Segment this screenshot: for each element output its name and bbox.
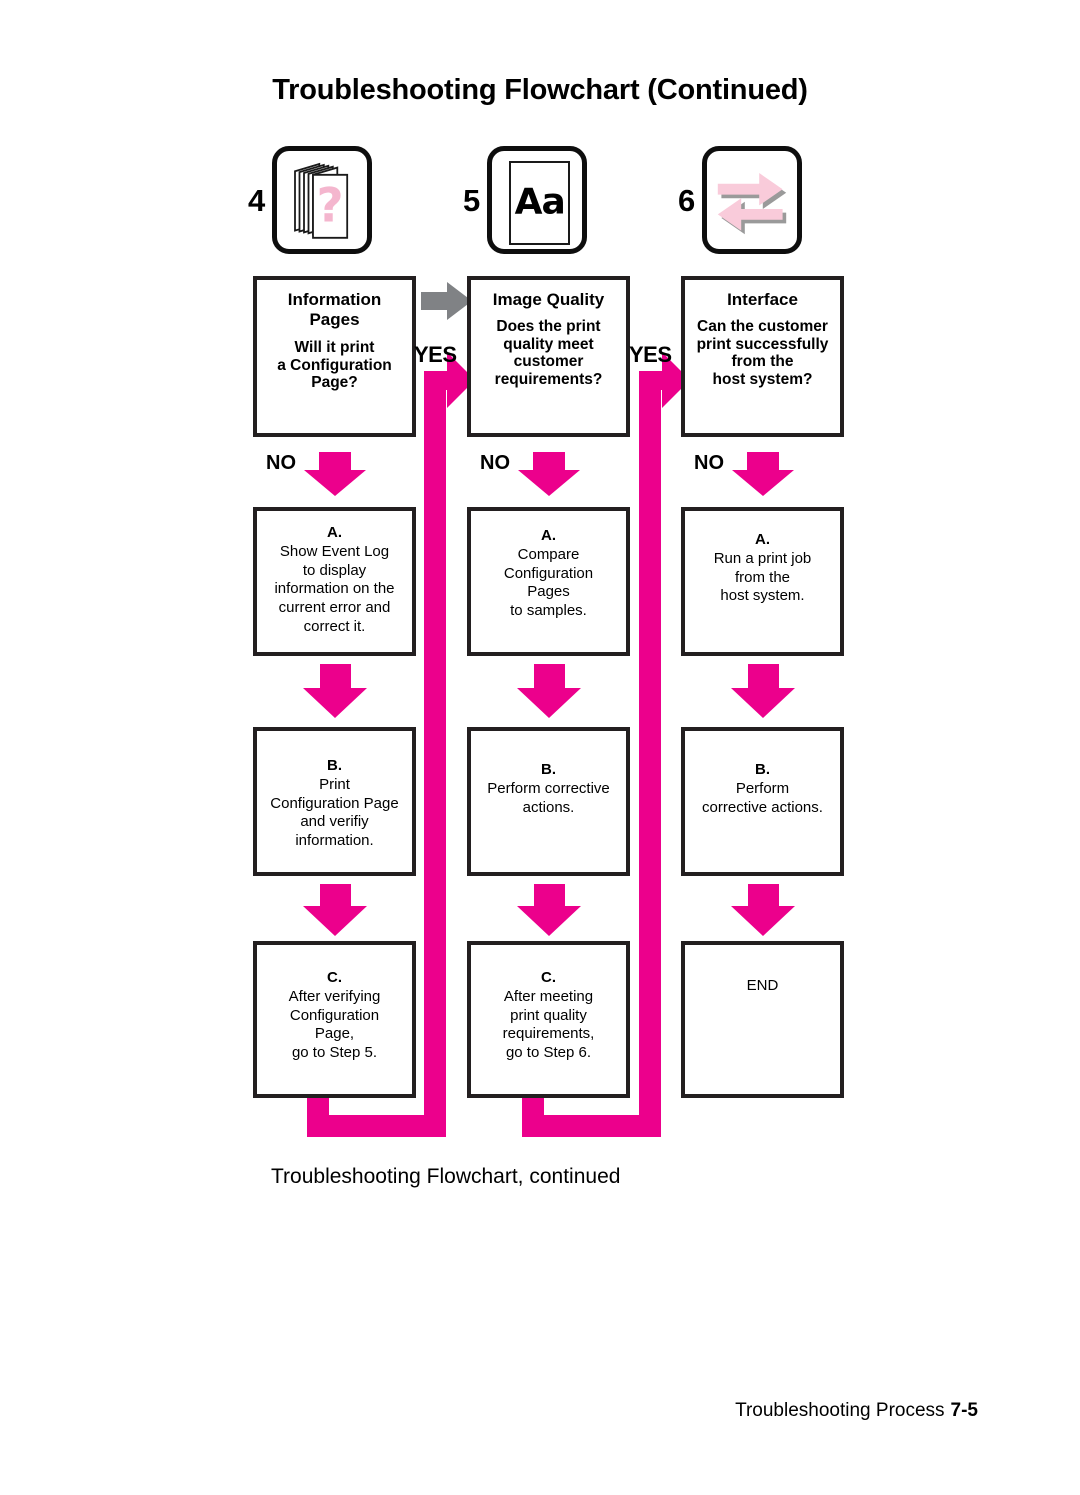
question-title-line1: Image Quality [492,290,605,309]
gray-transition-arrow [421,282,472,320]
step-line: Page, [314,1025,355,1043]
step-number-6: 6 [678,182,696,218]
step-line: go to Step 5. [291,1044,378,1061]
step-line: to samples. [510,602,587,619]
yes-label-2: YES [629,342,672,367]
step-letter: B. [541,761,556,778]
step-number-5: 5 [463,182,481,218]
page-title: Troubleshooting Flowchart (Continued) [272,74,808,106]
question-body-line1: Does the print [496,318,601,336]
step-down-arrow-b-c-2 [517,884,581,936]
action-box-3-b: B. Perform corrective actions. [681,727,844,876]
page-aa-print-quality-icon: Aa [487,146,588,254]
step-line: Configuration [503,564,594,582]
step-line: Configuration Page [270,794,399,812]
step-down-arrow-b-c-1 [303,884,367,936]
action-box-1-a: A. Show Event Log to display information… [253,507,416,656]
step-letter: C. [327,969,342,986]
action-box-2-a: A. Compare Configuration Pages to sample… [467,507,630,656]
step-line: Pages [527,583,570,601]
footer-page-number: 7-5 [950,1400,978,1421]
action-box-2-c: C. After meeting print quality requireme… [467,941,630,1098]
step-icon-group-4: 4 ? [248,146,373,254]
action-box-3-a: A. Run a print job from the host system. [681,507,844,656]
step-line: Configuration [289,1006,380,1024]
step-line: current error and [278,599,391,616]
step-down-arrow-a-b-2 [517,664,581,718]
question-body-line4: requirements? [494,371,603,389]
step-down-arrow-b-c-3 [731,884,795,936]
step-line: Perform corrective [487,779,610,797]
no-label-3: NO [694,452,724,474]
no-down-arrow-1 [304,452,366,496]
no-label-1: NO [266,452,296,474]
step-line: go to Step 6. [505,1044,592,1061]
question-body-line3: from the [731,353,794,371]
step-line: Show Event Log [279,542,390,560]
question-box-interface: Interface Can the customer print success… [681,276,844,437]
page-footer: Troubleshooting Process 7-5 [735,1400,978,1422]
action-box-1-b: B. Print Configuration Page and verifiy … [253,727,416,876]
question-title-line2: Pages [309,310,360,330]
bidirectional-arrows-interface-icon [702,146,803,254]
action-box-1-c: C. After verifying Configuration Page, g… [253,941,416,1098]
question-box-image-quality: Image Quality Does the print quality mee… [467,276,630,437]
step-down-arrow-a-b-1 [303,664,367,718]
step-letter: B. [755,761,770,778]
step-letter: C. [541,969,556,986]
aa-page-sheet: Aa [509,161,571,245]
step-line: corrective actions. [702,798,823,816]
step-letter: B. [327,757,342,774]
action-box-2-b: B. Perform corrective actions. [467,727,630,876]
question-body-line2: a Configuration [277,356,392,374]
figure-caption: Troubleshooting Flowchart, continued [271,1165,621,1188]
step-icon-group-5: 5 Aa [463,146,588,254]
step-line: Run a print job [713,549,812,567]
step-line: print quality [510,1006,587,1024]
question-body-line3: customer [513,353,584,371]
step-line: from the [734,568,791,586]
question-body-line4: host system? [712,371,813,389]
step-letter: A. [327,524,342,541]
question-title-line1: Interface [727,290,798,309]
no-down-arrow-2 [518,452,580,496]
step-line: Perform [735,779,790,797]
footer-chapter-title: Troubleshooting Process [735,1400,945,1421]
step-line: After verifying [288,987,381,1005]
question-body-line1: Can the customer [697,318,828,336]
step-line: Compare [517,545,580,563]
step-line: actions. [522,798,575,816]
step-line: host system. [720,587,805,605]
question-title-line1: Information [287,290,382,309]
end-label: END [746,977,779,994]
question-body-line1: Will it print [294,339,375,357]
step-line: requirements, [502,1025,595,1043]
step-letter: A. [755,531,770,548]
step-line: information. [295,832,374,849]
svg-text:?: ? [317,180,344,234]
yes-label-1: YES [414,342,457,367]
step-line: information on the [274,580,395,598]
action-box-3-end: END [681,941,844,1098]
step-line: and verifiy [300,813,369,831]
step-down-arrow-a-b-3 [731,664,795,718]
question-box-information-pages: Information Pages Will it print a Config… [253,276,416,437]
no-label-2: NO [480,452,510,474]
step-icon-group-6: 6 [678,146,803,254]
question-body-line2: quality meet [503,335,594,353]
question-body-line3: Page? [311,374,358,392]
no-down-arrow-3 [732,452,794,496]
step-line: correct it. [303,617,366,635]
step-line: to display [302,561,367,579]
step-line: Print [319,775,350,793]
step-letter: A. [541,527,556,544]
question-body-line2: print successfully [696,335,829,353]
page-stack-question-icon: ? [272,146,373,254]
step-number-4: 4 [248,182,266,218]
step-line: After meeting [503,987,594,1005]
